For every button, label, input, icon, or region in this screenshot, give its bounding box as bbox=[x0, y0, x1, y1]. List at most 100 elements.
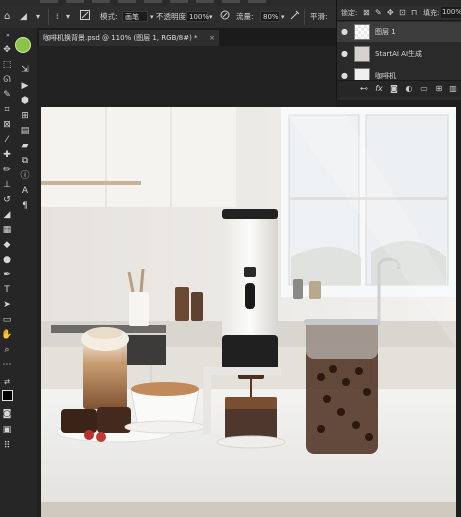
lock-position-icon[interactable]: ✥ bbox=[387, 6, 394, 20]
visibility-eye-icon[interactable]: ● bbox=[341, 22, 351, 42]
layer-name[interactable]: 咖啡机 bbox=[375, 66, 396, 80]
lock-label: 锁定: bbox=[341, 9, 358, 17]
layer-row[interactable]: ● 图层 1 bbox=[337, 22, 461, 42]
character-icon[interactable]: A bbox=[19, 185, 31, 197]
opacity-label: 不透明度: bbox=[156, 12, 189, 21]
options-bar: ⌂ ◢ ▾ ⁞ ▾ 模式: 画笔 ▾ 不透明度: 100% ▾ 流量: 80% … bbox=[0, 6, 336, 29]
pen-tool-icon[interactable]: ✒ bbox=[1, 269, 13, 281]
move-tool-icon[interactable]: ✥ bbox=[1, 44, 13, 56]
chevron-down-icon[interactable]: ▾ bbox=[36, 10, 40, 24]
opacity-field[interactable]: 100% bbox=[186, 11, 209, 22]
layer-row[interactable]: ● StartAI AI生成 bbox=[337, 44, 461, 64]
brush-settings-icon[interactable] bbox=[80, 10, 90, 24]
smoothing-label: 平滑: bbox=[310, 12, 328, 21]
flow-field[interactable]: 80% bbox=[260, 11, 280, 22]
path-select-icon[interactable]: ➤ bbox=[1, 299, 13, 311]
tab-document[interactable]: 咖啡机换背景.psd @ 110% (图层 1, RGB/8#) * × bbox=[39, 30, 219, 46]
info-icon[interactable]: ⓘ bbox=[19, 170, 31, 182]
airbrush-icon[interactable] bbox=[290, 10, 300, 24]
fx-icon[interactable]: fx bbox=[374, 84, 384, 94]
layers-panel: 锁定: ⊠ ✎ ✥ ⊡ ⊓ 填充: 100% ● 图层 1 ● StartAI … bbox=[336, 0, 461, 100]
menu-item[interactable] bbox=[118, 0, 136, 3]
mask-icon[interactable]: ◙ bbox=[389, 84, 399, 94]
blur-tool-icon[interactable]: ◆ bbox=[1, 239, 13, 251]
link-icon[interactable]: ⊷ bbox=[359, 84, 369, 94]
new-layer-icon[interactable]: ⊞ bbox=[434, 84, 444, 94]
close-icon[interactable]: × bbox=[209, 30, 215, 46]
crop-tool-icon[interactable]: ⌗ bbox=[1, 104, 13, 116]
layers-panel-header: 锁定: ⊠ ✎ ✥ ⊡ ⊓ 填充: 100% bbox=[337, 6, 461, 21]
document-tab-bar: 咖啡机换背景.psd @ 110% (图层 1, RGB/8#) * × bbox=[37, 28, 336, 47]
lock-pixels-icon[interactable]: ⊠ bbox=[363, 6, 370, 20]
grid-icon[interactable]: ⊞ bbox=[19, 110, 31, 122]
menu-item[interactable] bbox=[248, 0, 266, 3]
layer-name[interactable]: 图层 1 bbox=[375, 22, 396, 42]
frame-tool-icon[interactable]: ⊠ bbox=[1, 119, 13, 131]
brush-tool-icon[interactable]: ✏ bbox=[1, 164, 13, 176]
trash-icon[interactable]: ▥ bbox=[448, 84, 458, 94]
layer-thumbnail bbox=[354, 24, 370, 40]
layer-name[interactable]: StartAI AI生成 bbox=[375, 44, 422, 64]
healing-brush-icon[interactable]: ✚ bbox=[1, 149, 13, 161]
lock-brush-icon[interactable]: ✎ bbox=[375, 6, 382, 20]
pressure-opacity-icon[interactable] bbox=[220, 10, 230, 24]
menu-item[interactable] bbox=[170, 0, 188, 3]
canvas-image[interactable] bbox=[41, 107, 456, 517]
fill-field[interactable]: 100% bbox=[441, 7, 461, 18]
chevron-down-icon[interactable]: ▾ bbox=[66, 10, 70, 24]
group-icon[interactable]: ▭ bbox=[419, 84, 429, 94]
coffee-machine-photo bbox=[41, 107, 456, 517]
quick-select-icon[interactable]: ✎ bbox=[1, 89, 13, 101]
transform-icon[interactable]: ⧉ bbox=[19, 155, 31, 167]
chevron-down-icon[interactable]: ▾ bbox=[209, 10, 213, 24]
menu-item[interactable] bbox=[40, 0, 58, 3]
mode-label: 模式: bbox=[100, 12, 118, 21]
tools-panel: » ✥ ⬚ ᘏ ✎ ⌗ ⊠ ⁄ ✚ ✏ ⊥ ↺ ◢ ▦ ◆ ● ✒ T ➤ ▭ … bbox=[0, 28, 38, 517]
lock-artboard-icon[interactable]: ⊡ bbox=[399, 6, 406, 20]
chevron-down-icon[interactable]: ▾ bbox=[150, 10, 154, 24]
visibility-eye-icon[interactable]: ● bbox=[341, 66, 351, 80]
rectangle-tool-icon[interactable]: ▭ bbox=[1, 314, 13, 326]
menu-item[interactable] bbox=[196, 0, 214, 3]
gradient-swatch-icon[interactable]: ▤ bbox=[19, 125, 31, 137]
foreground-color-swatch[interactable] bbox=[2, 390, 13, 401]
play-icon[interactable]: ▶ bbox=[19, 80, 31, 92]
clone-stamp-icon[interactable]: ⊥ bbox=[1, 179, 13, 191]
adjustment-icon[interactable]: ◐ bbox=[404, 84, 414, 94]
paragraph-icon[interactable]: ¶ bbox=[19, 200, 31, 212]
eraser-tool-icon[interactable]: ◢ bbox=[20, 10, 27, 24]
zoom-tool-icon[interactable]: ⌕ bbox=[1, 344, 13, 356]
brush-preset-icon[interactable]: ⌂ bbox=[4, 10, 10, 24]
screen-mode-icon[interactable]: ▣ bbox=[1, 424, 13, 436]
edit-toolbar-icon[interactable]: ⠿ bbox=[1, 440, 13, 452]
menu-item[interactable] bbox=[66, 0, 84, 3]
quick-mask-icon[interactable]: ◙ bbox=[1, 408, 13, 420]
comment-icon[interactable]: ▰ bbox=[19, 140, 31, 152]
marquee-tool-icon[interactable]: ⬚ bbox=[1, 59, 13, 71]
more-tools-icon[interactable]: ⋯ bbox=[1, 359, 13, 371]
flow-label: 流量: bbox=[236, 12, 254, 21]
menu-item[interactable] bbox=[144, 0, 162, 3]
gradient-tool-icon[interactable]: ▦ bbox=[1, 224, 13, 236]
lasso-tool-icon[interactable]: ᘏ bbox=[1, 74, 13, 86]
dodge-tool-icon[interactable]: ● bbox=[1, 254, 13, 266]
chevron-down-icon[interactable]: ▾ bbox=[281, 10, 285, 24]
eyedropper-icon[interactable]: ⁄ bbox=[1, 134, 13, 146]
layers-panel-footer: ⊷ fx ◙ ◐ ▭ ⊞ ▥ bbox=[337, 80, 461, 97]
3d-object-icon[interactable]: ⬢ bbox=[19, 95, 31, 107]
menu-item[interactable] bbox=[222, 0, 240, 3]
eraser-tool-icon[interactable]: ◢ bbox=[1, 209, 13, 221]
expand-icon[interactable]: » bbox=[2, 30, 14, 42]
layer-row[interactable]: ● 咖啡机 bbox=[337, 66, 461, 80]
swap-colors-icon[interactable]: ⇄ bbox=[1, 376, 13, 388]
lock-all-icon[interactable]: ⊓ bbox=[411, 6, 417, 20]
brush-size-icon[interactable]: ⁞ bbox=[56, 10, 59, 24]
history-brush-icon[interactable]: ↺ bbox=[1, 194, 13, 206]
type-tool-icon[interactable]: T bbox=[1, 284, 13, 296]
visibility-eye-icon[interactable]: ● bbox=[341, 44, 351, 64]
artboard-tool-icon[interactable]: ⇲ bbox=[19, 64, 31, 76]
menu-item[interactable] bbox=[92, 0, 110, 3]
fill-label: 填充: bbox=[423, 9, 440, 17]
mode-select[interactable]: 画笔 bbox=[122, 11, 148, 22]
hand-tool-icon[interactable]: ✋ bbox=[1, 329, 13, 341]
